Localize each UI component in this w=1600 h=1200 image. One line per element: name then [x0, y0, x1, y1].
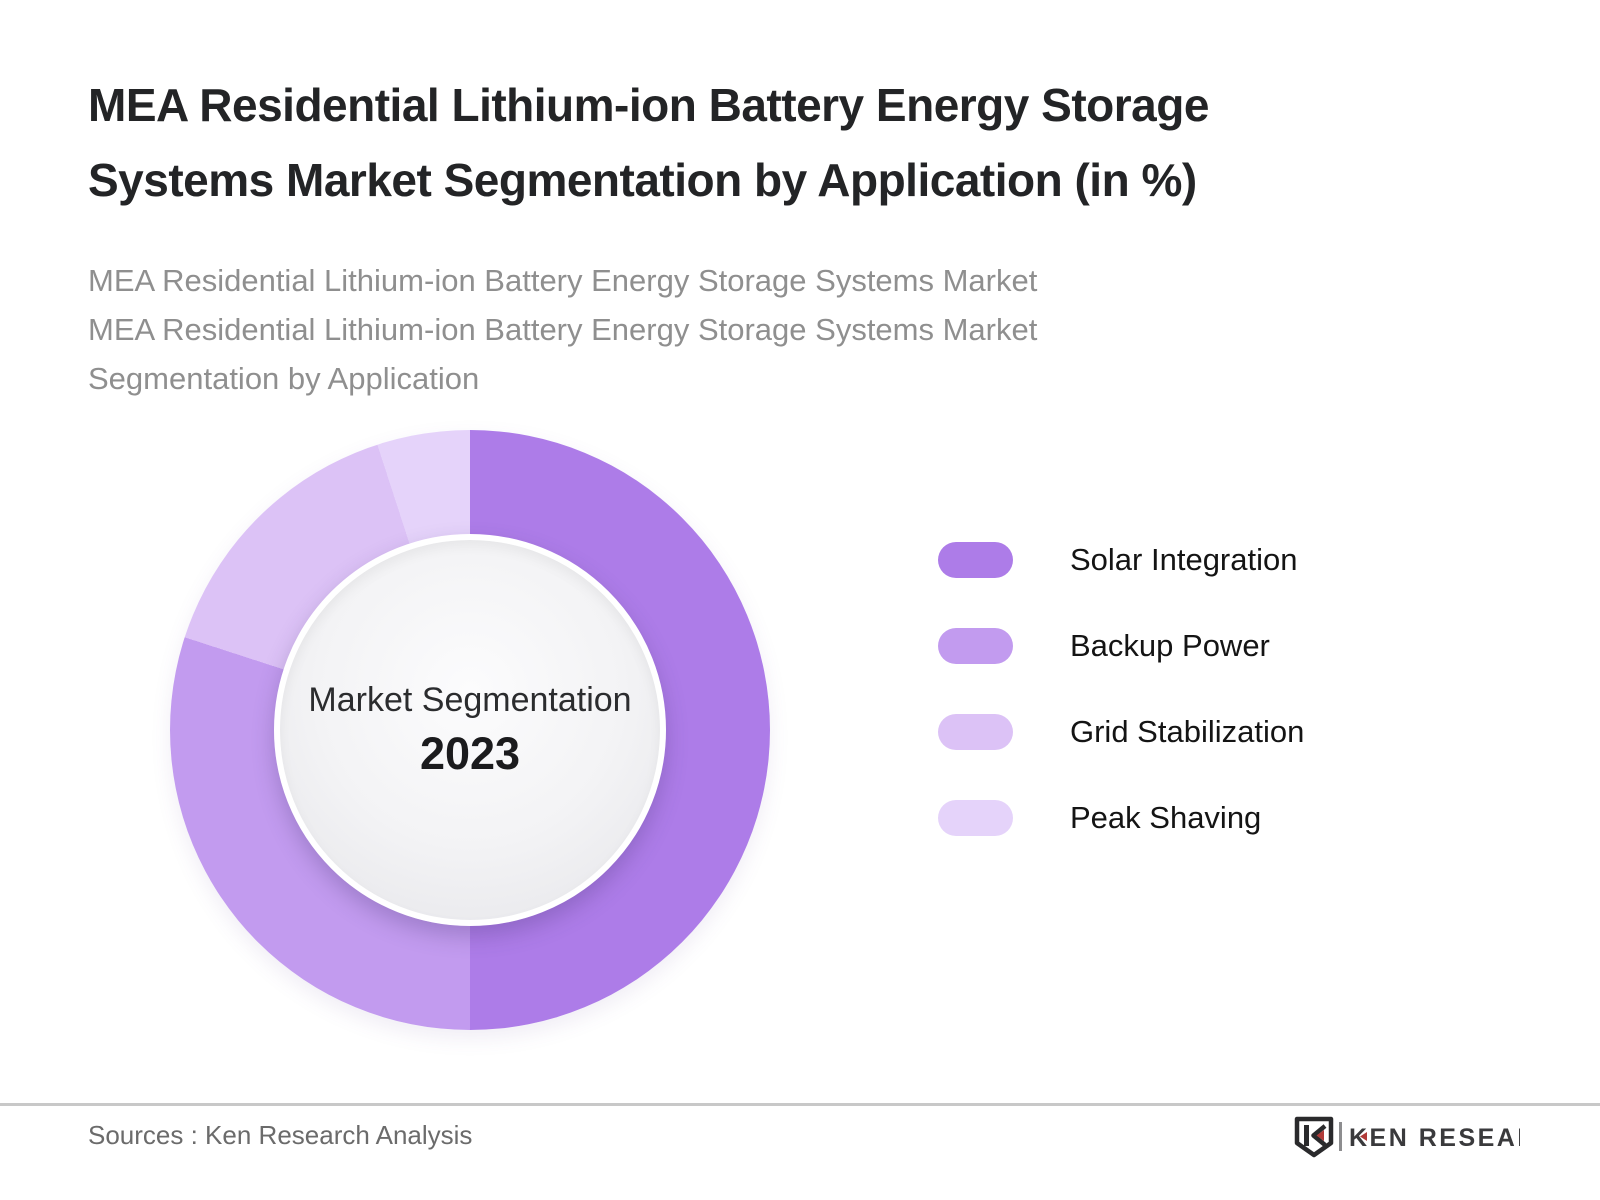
brand-name-text: KEN RESEARCH — [1349, 1124, 1520, 1152]
infographic-canvas: MEA Residential Lithium-ion Battery Ener… — [0, 0, 1600, 1200]
subtitle-line1: MEA Residential Lithium-ion Battery Ener… — [88, 263, 1038, 298]
legend-label: Backup Power — [1070, 628, 1270, 663]
ken-research-logo: KEN RESEARCH — [1294, 1116, 1520, 1158]
page-title: MEA Residential Lithium-ion Battery Ener… — [88, 68, 1209, 218]
legend-label: Grid Stabilization — [1070, 714, 1305, 749]
legend-item: Peak Shaving — [938, 800, 1304, 836]
logo-divider — [1339, 1122, 1342, 1151]
chart-legend: Solar Integration Backup Power Grid Stab… — [938, 542, 1304, 886]
legend-item: Backup Power — [938, 628, 1304, 664]
donut-center-label: Market Segmentation — [308, 680, 632, 719]
legend-swatch-backup-power — [938, 628, 1013, 664]
footer-divider — [0, 1103, 1600, 1106]
page-subtitle: MEA Residential Lithium-ion Battery Ener… — [88, 256, 1037, 403]
legend-item: Grid Stabilization — [938, 714, 1304, 750]
legend-swatch-grid-stabilization — [938, 714, 1013, 750]
page-title-line1: MEA Residential Lithium-ion Battery Ener… — [88, 79, 1209, 131]
page-title-line2: Systems Market Segmentation by Applicati… — [88, 154, 1197, 206]
legend-swatch-peak-shaving — [938, 800, 1013, 836]
legend-label: Peak Shaving — [1070, 800, 1262, 835]
legend-label: Solar Integration — [1070, 542, 1298, 577]
legend-item: Solar Integration — [938, 542, 1304, 578]
donut-chart: Market Segmentation 2023 — [170, 430, 770, 1030]
donut-hole: Market Segmentation 2023 — [274, 534, 666, 926]
shield-icon — [1294, 1116, 1334, 1158]
subtitle-line2: MEA Residential Lithium-ion Battery Ener… — [88, 312, 1038, 347]
legend-swatch-solar-integration — [938, 542, 1013, 578]
sources-text: Sources : Ken Research Analysis — [88, 1120, 473, 1150]
subtitle-line3: Segmentation by Application — [88, 361, 480, 396]
donut-center-year: 2023 — [419, 727, 521, 779]
